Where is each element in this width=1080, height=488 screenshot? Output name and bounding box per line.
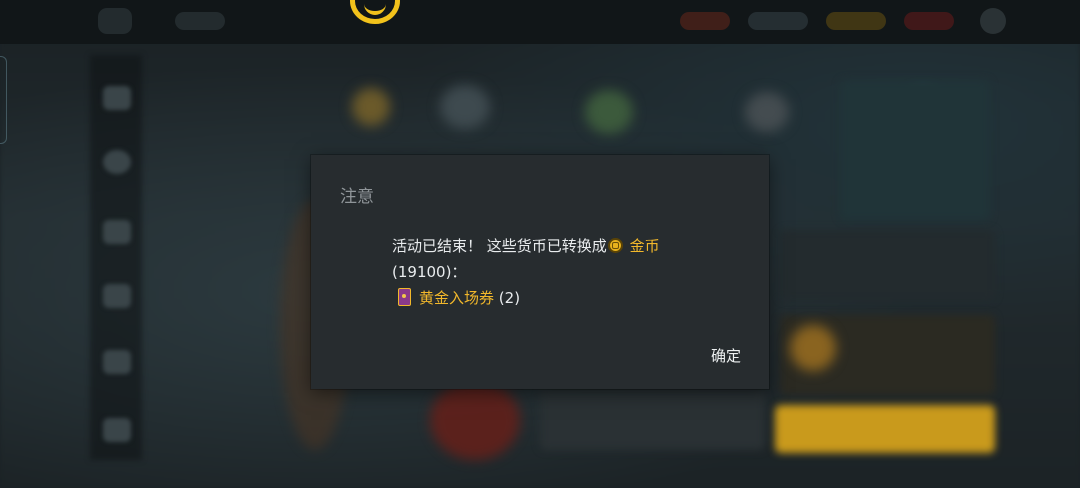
confirm-button[interactable]: 确定 <box>711 345 741 366</box>
edge-tab <box>0 56 7 144</box>
dialog-message: 活动已结束！ 这些货币已转换成 金币 (19100)： 黄金入场券 (2) <box>392 233 732 311</box>
currency-name: 金币 <box>629 237 660 255</box>
reward-line: 黄金入场券 (2) <box>392 285 732 311</box>
gold-coin-icon <box>607 238 623 253</box>
top-resource-pill <box>826 12 886 30</box>
top-tab <box>175 12 225 30</box>
character-art <box>430 380 520 460</box>
item-slot <box>745 92 789 132</box>
settings-icon <box>980 8 1006 34</box>
reward-icon <box>790 325 836 371</box>
side-menu-icon <box>103 150 131 174</box>
message-text: 活动已结束！ 这些货币已转换成 <box>392 237 607 255</box>
side-menu-icon <box>103 284 131 308</box>
reward-count: (2) <box>498 289 521 307</box>
event-card <box>780 230 995 300</box>
event-action-button <box>775 405 995 453</box>
side-menu-icon <box>103 418 131 442</box>
event-card <box>540 390 765 450</box>
message-line: 活动已结束！ 这些货币已转换成 金币 <box>392 233 732 259</box>
side-menu-icon <box>103 350 131 374</box>
mail-icon <box>103 86 131 110</box>
menu-icon <box>98 8 132 34</box>
top-resource-pill <box>748 12 808 30</box>
item-slot <box>440 85 490 129</box>
golden-ticket-icon <box>398 288 411 306</box>
reward-name: 黄金入场券 <box>419 289 495 307</box>
currency-amount: (19100)： <box>392 263 467 281</box>
top-resource-pill <box>680 12 730 30</box>
side-menu-icon <box>103 220 131 244</box>
side-menu <box>90 55 142 460</box>
item-slot <box>585 90 633 134</box>
hero-portrait <box>352 88 390 126</box>
top-resource-pill <box>904 12 954 30</box>
event-card <box>840 80 990 220</box>
dialog-title: 注意 <box>340 187 374 207</box>
notice-dialog: 注意 活动已结束！ 这些货币已转换成 金币 (19100)： 黄金入场券 (2)… <box>311 155 769 389</box>
